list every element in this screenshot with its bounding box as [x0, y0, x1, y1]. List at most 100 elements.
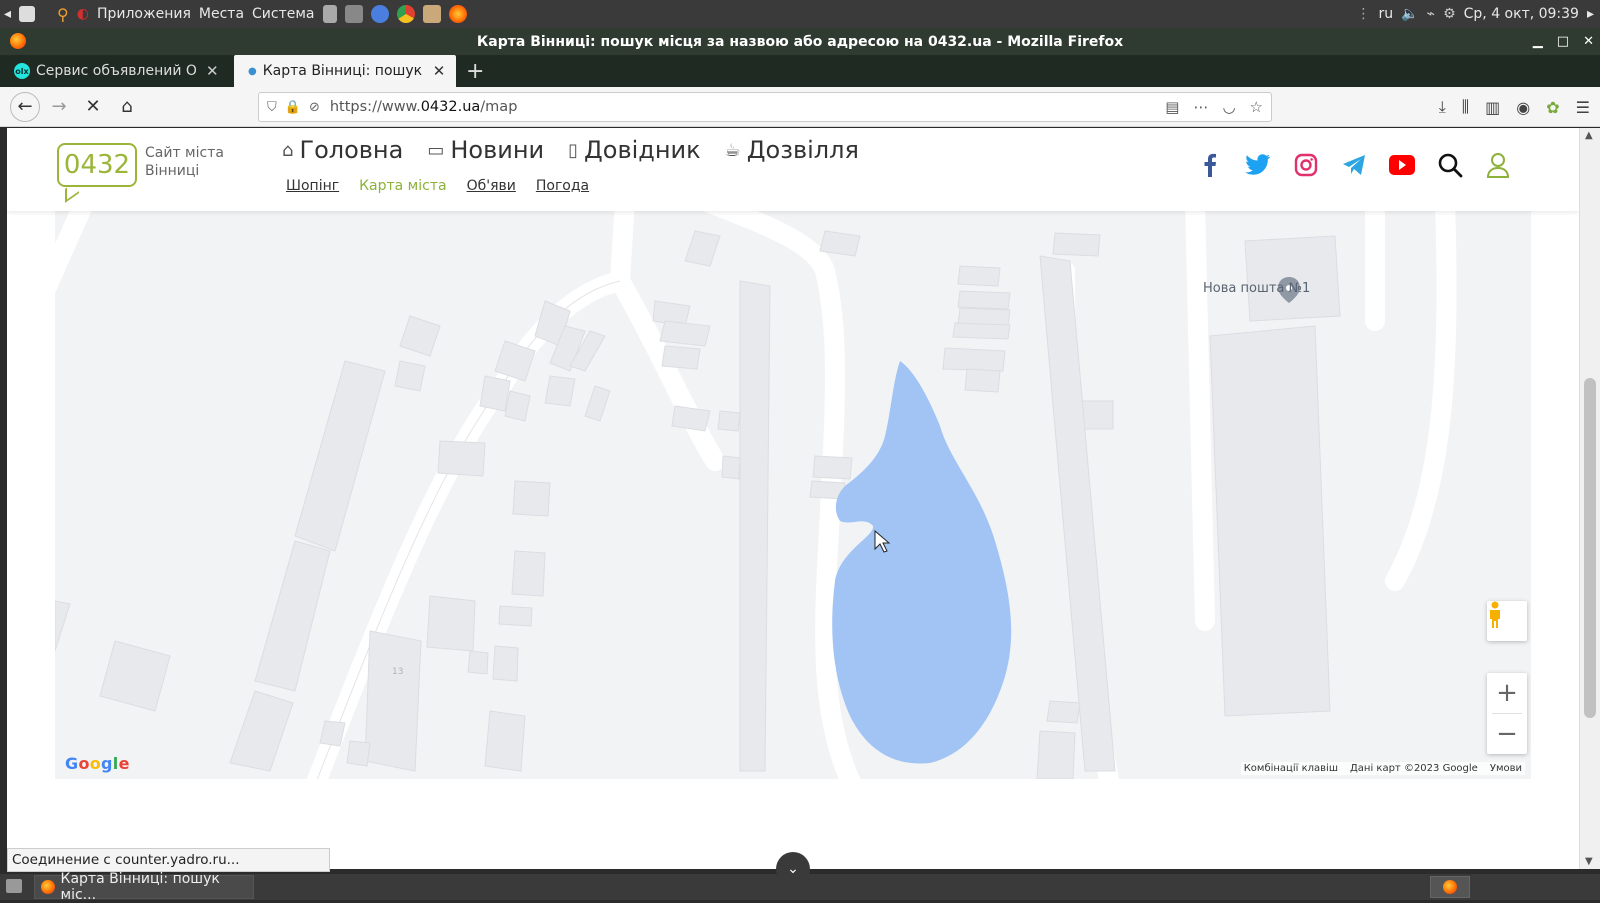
notifications-icon[interactable]: ⚙: [1443, 6, 1456, 22]
calculator-launcher-icon[interactable]: [341, 0, 367, 28]
close-window-button[interactable]: ✕: [1583, 34, 1594, 49]
facebook-icon[interactable]: [1197, 152, 1223, 178]
firefox-launcher-icon[interactable]: [445, 0, 471, 28]
youtube-icon[interactable]: [1389, 152, 1415, 178]
zoom-in-button[interactable]: +: [1487, 673, 1527, 713]
map-pond: [832, 361, 1012, 764]
new-tab-button[interactable]: +: [456, 55, 494, 87]
menu-system[interactable]: Система: [248, 0, 318, 28]
window-title-bar: Карта Вінниці: пошук місця за назвою або…: [0, 28, 1600, 55]
site-logo[interactable]: 0432: [57, 143, 137, 187]
scroll-up-arrow-icon[interactable]: ▲: [1585, 130, 1593, 141]
main-menu: ⌂ Головна ▭ Новини ▯ Довідник ☕ Дозвілля: [282, 136, 859, 164]
account-icon[interactable]: ◉: [1516, 98, 1530, 117]
downloads-icon[interactable]: ⤓: [1439, 97, 1446, 117]
search-icon[interactable]: [1437, 152, 1463, 178]
home-icon: ⌂: [282, 139, 294, 161]
submenu-city-map[interactable]: Карта міста: [359, 178, 446, 194]
tab-label: Карта Вінниці: пошук місця: [262, 63, 423, 79]
chromium-launcher-icon[interactable]: [367, 0, 393, 28]
terms-link[interactable]: Умови: [1490, 763, 1522, 774]
tab-map[interactable]: ● Карта Вінниці: пошук місця ✕: [234, 55, 456, 87]
app-launcher-icon[interactable]: [419, 0, 445, 28]
menu-places[interactable]: Места: [195, 0, 248, 28]
twitter-icon[interactable]: [1245, 152, 1271, 178]
network-icon[interactable]: ⌁: [1427, 6, 1435, 22]
bookmark-star-icon[interactable]: ☆: [1250, 98, 1263, 116]
menu-directory[interactable]: ▯ Довідник: [568, 136, 701, 164]
panel-left-arrow[interactable]: ◂: [0, 0, 15, 28]
user-icon[interactable]: [1485, 152, 1511, 178]
menu-applications[interactable]: Приложения: [93, 0, 195, 28]
library-icon[interactable]: ⫼: [1462, 97, 1469, 117]
pegman-button[interactable]: [1487, 601, 1527, 641]
coffee-icon: ☕: [724, 139, 741, 161]
pegman-icon: [1490, 601, 1500, 628]
forward-button[interactable]: →: [44, 92, 74, 122]
scroll-down-button[interactable]: ⌄: [776, 852, 810, 886]
firefox-icon: [41, 880, 55, 894]
keyboard-layout[interactable]: ru: [1379, 6, 1394, 22]
map-building-number: 13: [392, 667, 403, 677]
scrollbar-thumb[interactable]: [1584, 378, 1596, 718]
extension-icon[interactable]: ✿: [1546, 98, 1559, 117]
tracking-shield-icon[interactable]: ⛉: [267, 100, 277, 115]
telegram-icon[interactable]: [1341, 152, 1367, 178]
reader-view-icon[interactable]: ▤: [1165, 98, 1179, 116]
menu-leisure[interactable]: ☕ Дозвілля: [725, 136, 859, 164]
loading-dot-icon: ●: [248, 65, 257, 77]
tab-close-icon[interactable]: ✕: [206, 62, 219, 80]
submenu-weather[interactable]: Погода: [536, 178, 589, 194]
submenu-shopping[interactable]: Шопінг: [286, 178, 339, 194]
maximize-button[interactable]: □: [1557, 34, 1569, 49]
tab-label: Сервис объявлений OLX: [36, 63, 196, 79]
keyboard-shortcuts-link[interactable]: Комбінації клавіш: [1244, 763, 1338, 774]
trash-launcher-icon[interactable]: [319, 0, 341, 28]
site-logo-subtitle: Сайт міста Вінниці: [145, 145, 224, 179]
menu-home[interactable]: ⌂ Головна: [282, 136, 403, 164]
page-actions-icon[interactable]: ⋯: [1193, 98, 1208, 116]
lock-icon[interactable]: 🔒: [285, 100, 301, 115]
map-buildings: [55, 230, 1341, 779]
menu-logo-icon: ◐: [76, 6, 89, 22]
page-scrollbar[interactable]: ▲ ▼: [1579, 128, 1600, 869]
show-desktop-icon[interactable]: [6, 879, 22, 893]
pocket-icon[interactable]: ◡: [1222, 98, 1235, 116]
chevron-down-icon: ⌄: [787, 861, 799, 877]
permissions-icon[interactable]: ⊘: [309, 100, 320, 115]
scroll-down-arrow-icon[interactable]: ▼: [1585, 856, 1593, 867]
minimize-button[interactable]: ▁: [1533, 34, 1543, 49]
chrome-launcher-icon[interactable]: [393, 0, 419, 28]
tab-olx[interactable]: olx Сервис объявлений OLX ✕: [0, 55, 232, 87]
home-button[interactable]: ⌂: [112, 92, 142, 122]
chat-icon: ▭: [427, 139, 445, 161]
google-map[interactable]: 13 Нова пошта №1 Google Комбінації клаві…: [55, 211, 1531, 779]
url-bar[interactable]: ⛉ 🔒 ⊘ https://www.0432.ua/map ▤ ⋯ ◡ ☆: [258, 92, 1272, 122]
panel-dots-icon: ⋮: [1356, 6, 1371, 22]
sidebar-icon[interactable]: ▥: [1485, 98, 1500, 117]
site-header: 0432 Сайт міста Вінниці ⌂ Головна ▭ Новини…: [7, 128, 1579, 211]
search-app-icon[interactable]: ⚲: [53, 0, 73, 28]
submenu-classifieds[interactable]: Об'яви: [467, 178, 516, 194]
show-desktop-icon[interactable]: [15, 0, 39, 28]
zoom-controls: + −: [1487, 673, 1527, 754]
back-button[interactable]: ←: [10, 91, 40, 122]
system-top-panel: ◂ ⚲ ◐ Приложения Места Система ⋮ ru 🔈 ⌁ …: [0, 0, 1600, 28]
tab-close-icon[interactable]: ✕: [433, 62, 446, 80]
workspace-switcher[interactable]: [1430, 876, 1470, 898]
taskbar-firefox-window[interactable]: Карта Вінниці: пошук міс...: [34, 871, 254, 903]
clock[interactable]: Ср, 4 окт, 09:39: [1464, 6, 1579, 22]
stop-button[interactable]: ✕: [78, 92, 108, 122]
firefox-icon: [1443, 880, 1457, 894]
volume-icon[interactable]: 🔈: [1401, 6, 1418, 22]
menu-news[interactable]: ▭ Новини: [427, 136, 544, 164]
url-text[interactable]: https://www.0432.ua/map: [330, 99, 518, 115]
tab-bar: olx Сервис объявлений OLX ✕ ● Карта Вінн…: [0, 55, 1600, 87]
app-menu-icon[interactable]: ☰: [1576, 98, 1590, 117]
navigation-toolbar: ← → ✕ ⌂ ⛉ 🔒 ⊘ https://www.0432.ua/map ▤ …: [0, 87, 1600, 127]
google-logo[interactable]: Google: [65, 754, 130, 773]
panel-right-arrow[interactable]: ▸: [1587, 6, 1594, 22]
map-poi[interactable]: Нова пошта №1: [1203, 281, 1310, 296]
zoom-out-button[interactable]: −: [1487, 714, 1527, 754]
instagram-icon[interactable]: [1293, 152, 1319, 178]
